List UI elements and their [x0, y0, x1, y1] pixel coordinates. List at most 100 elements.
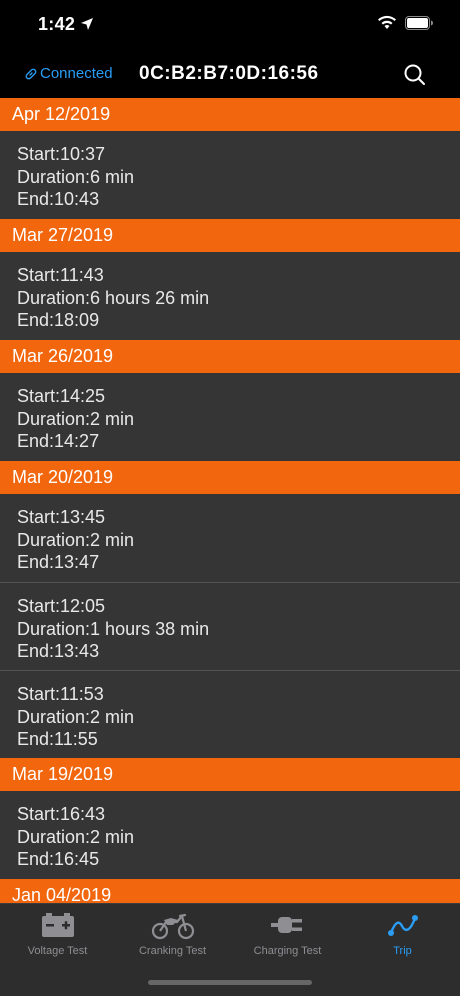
start-label: Start: [17, 265, 61, 285]
end-label: End: [17, 641, 55, 661]
start-value: 14:25 [60, 386, 106, 406]
end-label: End: [17, 552, 55, 572]
end-label: End: [17, 729, 55, 749]
end-value: 18:09 [54, 310, 100, 330]
duration-value: 6 min [90, 166, 135, 187]
start-line: Start:16:43 [17, 803, 460, 826]
duration-label: Duration: [17, 618, 91, 639]
tab-voltage-test[interactable]: Voltage Test [0, 904, 115, 974]
duration-label: Duration: [17, 287, 91, 308]
start-value: 13:45 [60, 507, 106, 527]
start-label: Start: [17, 596, 61, 616]
end-value: 13:43 [54, 641, 100, 661]
tab-charging-test[interactable]: Charging Test [230, 904, 345, 974]
start-label: Start: [17, 684, 61, 704]
connection-status-label: Connected [40, 65, 113, 82]
section-header-date: Mar 20/2019 [0, 461, 460, 494]
start-label: Start: [17, 507, 61, 527]
start-line: Start:11:53 [17, 683, 460, 706]
duration-line: Duration:6 hours 26 min [17, 287, 460, 310]
end-value: 16:45 [54, 849, 100, 869]
end-line: End:16:45 [17, 848, 460, 871]
trip-row[interactable]: Start:14:25 Duration:2 min End:14:27 [0, 373, 460, 461]
end-line: End:10:43 [17, 188, 460, 211]
start-value: 11:53 [60, 684, 104, 704]
wifi-icon [378, 15, 396, 29]
trip-row[interactable]: Start:13:45 Duration:2 min End:13:47 [0, 494, 460, 582]
duration-label: Duration: [17, 529, 91, 550]
end-value: 11:55 [54, 729, 98, 749]
duration-value: 1 hours 38 min [90, 618, 210, 639]
tab-label: Cranking Test [138, 945, 207, 957]
search-icon[interactable] [402, 62, 428, 88]
status-time: 1:42 [38, 14, 76, 34]
trip-row[interactable]: Start:11:53 Duration:2 min End:11:55 [0, 670, 460, 758]
motorcycle-icon [151, 913, 194, 940]
start-label: Start: [17, 144, 61, 164]
start-line: Start:10:37 [17, 143, 460, 166]
tab-label: Trip [393, 945, 412, 957]
end-line: End:18:09 [17, 309, 460, 332]
duration-label: Duration: [17, 706, 91, 727]
tab-trip[interactable]: Trip [345, 904, 460, 974]
duration-line: Duration:2 min [17, 529, 460, 552]
start-line: Start:12:05 [17, 595, 460, 618]
route-icon [387, 915, 418, 936]
link-icon [25, 68, 37, 79]
duration-line: Duration:2 min [17, 408, 460, 431]
section-header-date: Mar 27/2019 [0, 219, 460, 252]
trip-row[interactable]: Start:16:43 Duration:2 min End:16:45 [0, 791, 460, 879]
trip-row[interactable]: Start:12:05 Duration:1 hours 38 min End:13… [0, 582, 460, 670]
duration-line: Duration:1 hours 38 min [17, 618, 460, 641]
trip-row[interactable]: Start:11:43 Duration:6 hours 26 min End:18… [0, 252, 460, 340]
tab-cranking-test[interactable]: Cranking Test [115, 904, 230, 974]
duration-value: 2 min [90, 826, 135, 847]
start-value: 12:05 [60, 596, 106, 616]
start-line: Start:14:25 [17, 385, 460, 408]
duration-line: Duration:2 min [17, 706, 460, 729]
trip-list[interactable]: Apr 12/2019 Start:10:37 Duration:6 min End:… [0, 98, 460, 903]
end-line: End:13:43 [17, 640, 460, 663]
home-indicator [148, 980, 312, 985]
status-bar: 1:42 [0, 0, 460, 50]
start-line: Start:13:45 [17, 506, 460, 529]
battery-status-icon [405, 15, 433, 30]
start-value: 11:43 [60, 265, 104, 285]
end-value: 10:43 [54, 189, 100, 209]
trip-row[interactable]: Start:10:37 Duration:6 min End:10:43 [0, 131, 460, 219]
end-value: 13:47 [54, 552, 100, 572]
duration-line: Duration:2 min [17, 826, 460, 849]
section-header-date: Jan 04/2019 [0, 879, 460, 903]
section-header-date: Mar 19/2019 [0, 758, 460, 791]
location-arrow-icon [81, 18, 93, 30]
end-line: End:13:47 [17, 551, 460, 574]
start-value: 10:37 [60, 144, 106, 164]
connection-status[interactable]: Connected [24, 65, 113, 82]
device-id: 0C:B2:B7:0D:16:56 [139, 63, 319, 84]
start-line: Start:11:43 [17, 264, 460, 287]
duration-label: Duration: [17, 826, 91, 847]
start-label: Start: [17, 386, 61, 406]
duration-value: 2 min [90, 408, 135, 429]
duration-value: 2 min [90, 529, 135, 550]
battery-icon [41, 913, 74, 937]
status-indicators [377, 15, 434, 30]
section-header-date: Apr 12/2019 [0, 98, 460, 131]
section-header-date: Mar 26/2019 [0, 340, 460, 373]
duration-label: Duration: [17, 408, 91, 429]
nav-bar: Connected 0C:B2:B7:0D:16:56 [0, 50, 460, 98]
duration-value: 2 min [90, 706, 135, 727]
duration-line: Duration:6 min [17, 166, 460, 189]
tab-label: Charging Test [253, 945, 322, 957]
end-label: End: [17, 189, 55, 209]
duration-label: Duration: [17, 166, 91, 187]
duration-value: 6 hours 26 min [90, 287, 210, 308]
end-value: 14:27 [54, 431, 100, 451]
plug-icon [270, 917, 302, 933]
end-line: End:11:55 [17, 728, 460, 751]
end-line: End:14:27 [17, 430, 460, 453]
end-label: End: [17, 310, 55, 330]
start-label: Start: [17, 804, 61, 824]
end-label: End: [17, 431, 55, 451]
end-label: End: [17, 849, 55, 869]
